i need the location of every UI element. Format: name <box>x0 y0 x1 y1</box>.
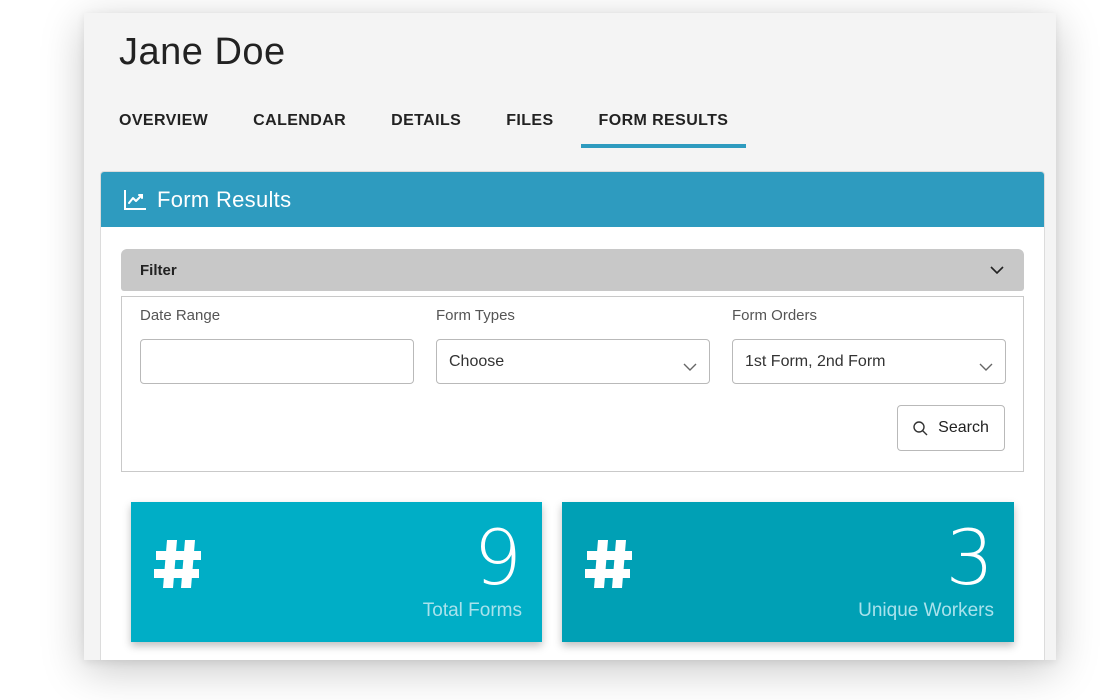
form-types-value: Choose <box>449 352 505 370</box>
form-orders-field: Form Orders 1st Form, 2nd Form <box>732 307 1006 384</box>
chevron-down-icon <box>683 358 697 371</box>
page-title: Jane Doe <box>119 31 286 73</box>
search-button-label: Search <box>938 419 989 436</box>
search-button[interactable]: Search <box>897 405 1005 451</box>
stat-card-unique-workers: 3 Unique Workers <box>562 502 1014 642</box>
search-icon <box>913 420 928 435</box>
filter-panel: Date Range Form Types Choose Form Orders… <box>121 296 1024 472</box>
filter-label: Filter <box>140 261 177 279</box>
tab-details[interactable]: DETAILS <box>391 109 461 145</box>
hash-icon <box>585 540 632 588</box>
total-forms-value: 9 <box>473 513 522 602</box>
app-window: Jane Doe OVERVIEW CALENDAR DETAILS FILES… <box>84 13 1056 660</box>
form-types-select[interactable]: Choose <box>436 339 710 384</box>
stat-card-total-forms: 9 Total Forms <box>131 502 542 642</box>
tab-calendar[interactable]: CALENDAR <box>253 109 346 145</box>
tab-bar: OVERVIEW CALENDAR DETAILS FILES FORM RES… <box>119 109 747 149</box>
date-range-input[interactable] <box>140 339 414 384</box>
chevron-down-icon <box>990 261 1004 279</box>
form-types-field: Form Types Choose <box>436 307 710 384</box>
form-orders-value: 1st Form, 2nd Form <box>745 352 886 370</box>
card-header: Form Results <box>101 172 1044 227</box>
line-chart-icon <box>123 189 147 211</box>
tab-overview[interactable]: OVERVIEW <box>119 109 208 145</box>
form-orders-select[interactable]: 1st Form, 2nd Form <box>732 339 1006 384</box>
hash-icon <box>154 540 201 588</box>
card-title: Form Results <box>157 186 292 212</box>
tab-files[interactable]: FILES <box>506 109 553 145</box>
total-forms-label: Total Forms <box>422 600 522 621</box>
form-orders-label: Form Orders <box>732 307 818 324</box>
chevron-down-icon <box>979 358 993 371</box>
form-results-card: Form Results Filter Date Range Form Type… <box>100 171 1045 660</box>
form-types-label: Form Types <box>436 307 515 324</box>
date-range-field: Date Range <box>140 307 414 384</box>
unique-workers-value: 3 <box>945 513 994 602</box>
unique-workers-label: Unique Workers <box>858 600 994 621</box>
filter-toggle[interactable]: Filter <box>121 249 1024 291</box>
date-range-label: Date Range <box>140 307 221 324</box>
tab-form-results[interactable]: FORM RESULTS <box>580 109 747 148</box>
